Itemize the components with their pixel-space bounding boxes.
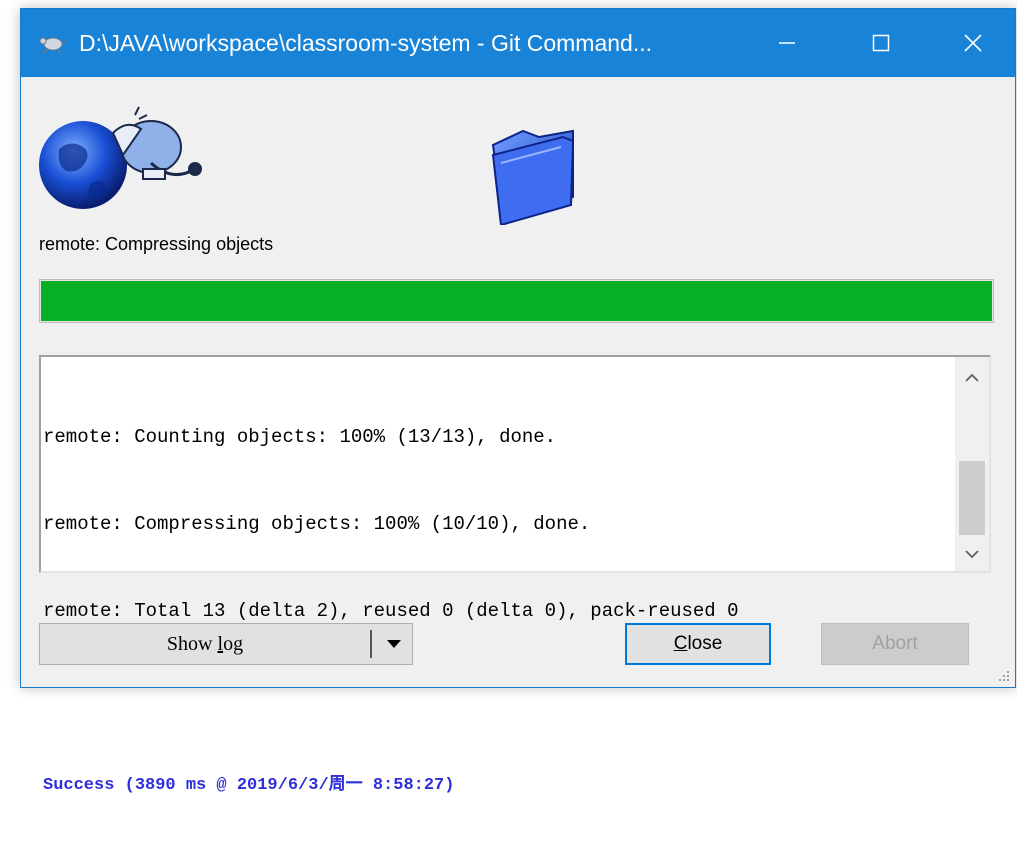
git-command-dialog: D:\JAVA\workspace\classroom-system - Git… [20,8,1016,795]
close-icon [964,34,982,52]
title-bar[interactable]: D:\JAVA\workspace\classroom-system - Git… [21,9,1015,77]
close-window-button[interactable] [925,9,1017,77]
progress-fill [41,281,992,321]
scroll-down-button[interactable] [955,537,989,571]
folder-icon [491,129,575,225]
globe-network-icon [39,106,202,209]
status-text: remote: Compressing objects [39,234,274,254]
close-label-rest: lose [687,633,723,654]
chevron-up-icon [965,373,979,382]
log-line-success: Success (3890 ms @ 2019/6/3/周一 8:58:27) [43,776,455,795]
close-button[interactable]: Close [625,623,771,665]
maximize-icon [872,34,890,52]
abort-label: Abort [872,633,918,654]
split-separator [370,630,372,658]
chevron-down-icon [965,550,979,559]
show-log-button[interactable]: Show l og [40,624,370,664]
log-line: remote: Total 13 (delta 2), reused 0 (de… [43,600,739,622]
log-line-blank [43,684,953,713]
abort-button[interactable]: Abort [821,623,969,665]
output-log[interactable]: remote: Counting objects: 100% (13/13), … [39,355,991,795]
resize-grip-icon[interactable] [995,667,1011,683]
minimize-button[interactable] [739,9,835,77]
show-log-dropdown-button[interactable] [376,624,412,664]
tortoisegit-app-icon [39,37,65,54]
minimize-icon [779,42,795,44]
scroll-thumb[interactable] [959,461,985,535]
scroll-up-button[interactable] [955,361,989,395]
log-line: remote: Counting objects: 100% (13/13), … [43,426,557,448]
show-log-label-rest: og [223,632,244,655]
show-log-label-prefix: Show [166,632,218,655]
window-title: D:\JAVA\workspace\classroom-system - Git… [79,30,653,56]
log-text[interactable]: remote: Counting objects: 100% (13/13), … [43,365,953,858]
close-label-access-key: C [673,633,688,654]
show-log-split-button[interactable]: Show l og [39,623,413,665]
dropdown-arrow-icon [387,640,401,648]
log-line: remote: Compressing objects: 100% (10/10… [43,513,591,535]
progress-bar [39,279,994,323]
vertical-scrollbar[interactable] [955,357,989,571]
maximize-button[interactable] [833,9,929,77]
